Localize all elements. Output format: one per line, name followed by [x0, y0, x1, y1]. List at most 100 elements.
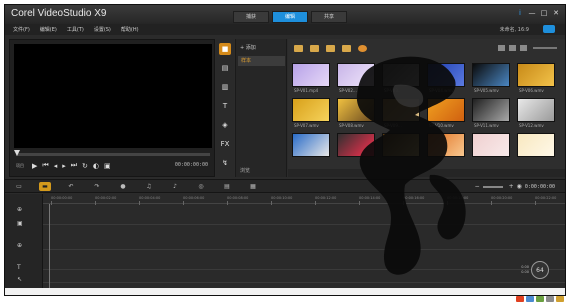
graphic-icon[interactable]: ◈ [219, 119, 231, 131]
add-folder-button[interactable]: + 添加 [240, 44, 256, 51]
menu-edit[interactable]: 编辑(E) [40, 26, 57, 33]
repeat-icon[interactable]: ↻ [82, 162, 88, 170]
overlay-track-icon[interactable]: ⊕ [17, 242, 22, 249]
get-more-icon[interactable] [358, 45, 367, 52]
library-thumbnail[interactable] [427, 133, 465, 168]
filter-icon[interactable]: FX [219, 138, 231, 150]
media-icon[interactable]: ■ [219, 43, 231, 55]
menu-settings[interactable]: 设置(S) [94, 26, 111, 33]
library-thumbnail[interactable]: SP-V07.wmv [292, 98, 330, 133]
library-thumbnail[interactable]: SP-V08.wmv [337, 98, 375, 133]
list-view-icon[interactable] [498, 45, 505, 51]
subtitle-editor-icon[interactable]: ▤ [221, 182, 233, 191]
show-video-icon[interactable] [310, 45, 319, 52]
folder-item-samples[interactable]: 样本 [238, 56, 285, 66]
volume-tray-icon[interactable] [536, 296, 544, 302]
thumbnail-view-icon[interactable] [509, 45, 516, 51]
library-thumbnail[interactable] [337, 133, 375, 168]
library-thumbnail[interactable]: SP-V01.mp4 [292, 63, 330, 98]
settings-tray-icon[interactable] [556, 296, 564, 302]
transition-icon[interactable]: ▥ [219, 81, 231, 93]
preview-panel: 项目 ▶ ⏮ ◂ ▸ ⏭ ↻ ◐ ▣ 00:00:00:00 [9, 39, 215, 177]
track-manager-icon[interactable]: ⊕ [17, 206, 22, 213]
sort-icon[interactable] [520, 45, 527, 51]
library-thumbnail[interactable] [292, 133, 330, 168]
ruler-tick: 00:00:22:00 [535, 196, 557, 205]
voice-track-icon[interactable]: ↖ [17, 276, 22, 283]
library-thumbnail[interactable]: SP-V12.wmv [517, 98, 555, 133]
tab-share[interactable]: 共享 [311, 11, 347, 23]
instant-project-icon[interactable]: ▤ [219, 62, 231, 74]
scrubber-bar[interactable] [14, 150, 210, 156]
record-capture-icon[interactable]: ● [117, 182, 129, 191]
menu-tools[interactable]: 工具(T) [67, 26, 84, 33]
zoom-in-icon[interactable]: + [509, 183, 514, 190]
hd-icon[interactable]: ▣ [104, 162, 111, 170]
library-thumbnail[interactable]: SP-V05.wmv [472, 63, 510, 98]
thumbnail-image [337, 98, 375, 122]
sound-mixer-icon[interactable]: ♫ [143, 182, 155, 191]
multicam-icon[interactable]: ▦ [247, 182, 259, 191]
network-tray-icon[interactable] [526, 296, 534, 302]
zoom-out-icon[interactable]: − [475, 183, 480, 190]
timeline-timecode[interactable]: 0:00:00:00 [525, 184, 555, 190]
title-track-icon[interactable]: T [17, 264, 21, 271]
fit-project-icon[interactable]: ◉ [517, 183, 522, 190]
auto-music-icon[interactable]: ♪ [169, 182, 181, 191]
show-photo-icon[interactable] [326, 45, 335, 52]
close-icon[interactable]: ✕ [551, 8, 561, 18]
library-thumbnail[interactable]: SP-V04.wmv [427, 63, 465, 98]
library-thumbnail[interactable]: SP-V11.wmv [472, 98, 510, 133]
menu-help[interactable]: 帮助(H) [121, 26, 139, 33]
library-thumbnail[interactable] [382, 133, 420, 168]
minimize-icon[interactable]: — [527, 8, 537, 18]
library-thumbnail[interactable]: SP-V03... [382, 63, 420, 98]
timeline-ruler[interactable]: 00:00:00:00 00:00:02:00 00:00:04:00 00:00:0… [43, 194, 565, 205]
keyboard-tray-icon[interactable] [546, 296, 554, 302]
storyboard-view-icon[interactable]: ▭ [13, 182, 25, 191]
previous-frame-icon[interactable]: ◂ [54, 162, 58, 170]
overlay-track [43, 249, 565, 250]
title-icon[interactable]: T [219, 100, 231, 112]
video-track-icon[interactable]: ▣ [17, 220, 23, 227]
library-thumbnail[interactable]: SP-V10.wmv [427, 98, 465, 133]
thumbnail-label: SP-V03... [384, 88, 402, 93]
app-tray-icon[interactable] [516, 296, 524, 302]
tab-edit[interactable]: 编辑 [272, 11, 308, 23]
preview-timecode[interactable]: 00:00:00:00 [175, 162, 208, 168]
path-icon[interactable]: ↯ [219, 157, 231, 169]
library-thumbnail[interactable]: SP-V02... [337, 63, 375, 98]
library-thumbnail[interactable] [517, 133, 555, 168]
undo-icon[interactable]: ↶ [65, 182, 77, 191]
browse-button[interactable]: 浏览 [240, 167, 250, 174]
go-start-icon[interactable]: ⏮ [42, 161, 48, 170]
tab-capture[interactable]: 捕获 [233, 11, 269, 23]
go-end-icon[interactable]: ⏭ [71, 161, 77, 170]
zoom-slider[interactable] [482, 185, 503, 188]
disc-capacity-badge: 64 [531, 261, 549, 279]
menu-file[interactable]: 文件(F) [13, 26, 30, 33]
playhead[interactable] [49, 204, 50, 295]
import-folder-icon[interactable] [294, 45, 303, 52]
redo-icon[interactable]: ↷ [91, 182, 103, 191]
taskbar-strip [5, 288, 565, 295]
help-button[interactable] [543, 25, 555, 33]
library-thumbnail[interactable]: SP-V06.wmv [517, 63, 555, 98]
play-icon[interactable]: ▶ [32, 162, 37, 170]
thumbnail-label: SP-V01.mp4 [294, 88, 319, 93]
thumbnail-label: SP-V06.wmv [519, 88, 544, 93]
library-thumbnail[interactable] [472, 133, 510, 168]
show-audio-icon[interactable] [342, 45, 351, 52]
motion-tracking-icon[interactable]: ◎ [195, 182, 207, 191]
thumbnail-size-slider[interactable] [533, 47, 557, 49]
ruler-tick: 00:00:06:00 [183, 196, 205, 205]
volume-icon[interactable]: ◐ [93, 162, 99, 170]
clip-project-toggle[interactable]: 项目 [16, 163, 24, 169]
maximize-icon[interactable]: □ [539, 8, 549, 18]
library-thumbnail[interactable]: SP-V09... [382, 98, 420, 133]
timeline-toolbar: ▭ ▬ ↶ ↷ ● ♫ ♪ ◎ ▤ ▦ − + ◉ 0:00:00:00 [5, 179, 565, 193]
timeline-view-icon[interactable]: ▬ [39, 181, 51, 191]
info-icon[interactable]: i [515, 8, 525, 18]
scrubber-knob[interactable] [14, 150, 20, 156]
next-frame-icon[interactable]: ▸ [62, 162, 66, 170]
